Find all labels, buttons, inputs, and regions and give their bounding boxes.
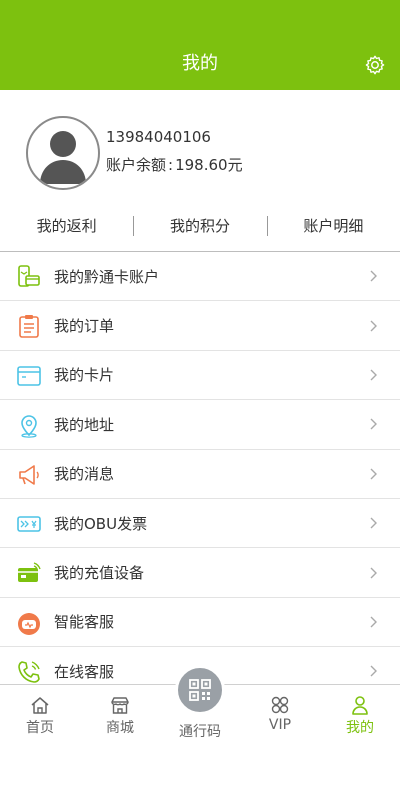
menu-item-cards[interactable]: 我的卡片 [0, 351, 400, 401]
balance-label: 账户余额 [106, 156, 167, 174]
menu-item-messages[interactable]: 我的消息 [0, 450, 400, 499]
tab-vip[interactable]: VIP [240, 685, 320, 744]
invoice-icon [17, 516, 41, 532]
app-header: 我的 [0, 0, 400, 90]
location-icon [21, 415, 37, 438]
home-icon [31, 697, 49, 714]
card-account-icon [18, 265, 40, 287]
menu-item-label: 我的充值设备 [54, 564, 145, 583]
quick-links: 我的返利 我的积分 账户明细 [0, 210, 400, 242]
chevron-right-icon [370, 270, 377, 282]
menu-item-label: 我的地址 [54, 415, 115, 434]
menu-item-recharge-device[interactable]: 我的充值设备 [0, 548, 400, 598]
chevron-right-icon [370, 418, 377, 430]
quick-link-rebate[interactable]: 我的返利 [0, 210, 133, 242]
user-avatar-icon [40, 131, 86, 184]
tab-home[interactable]: 首页 [0, 685, 80, 744]
menu-item-label: 我的黔通卡账户 [54, 267, 160, 286]
menu-item-label: 我的订单 [54, 317, 115, 336]
pass-code-button[interactable] [175, 665, 225, 715]
tab-label: 通行码 [179, 724, 221, 740]
menu-list: 我的黔通卡账户 我的订单 我的卡片 我的地址 我的消息 我的OBU发票 我的充值… [0, 251, 400, 697]
menu-item-obu-invoice[interactable]: 我的OBU发票 [0, 499, 400, 549]
recharge-device-icon [18, 562, 41, 583]
page-title: 我的 [182, 53, 218, 74]
quick-link-points[interactable]: 我的积分 [133, 210, 266, 242]
tab-mine[interactable]: 我的 [320, 685, 400, 744]
avatar[interactable] [26, 116, 100, 190]
quick-link-account-details[interactable]: 账户明细 [266, 210, 400, 242]
shop-icon [111, 697, 129, 714]
menu-item-label: 智能客服 [54, 613, 115, 632]
menu-item-label: 我的卡片 [54, 366, 115, 385]
tab-label: 首页 [26, 720, 54, 736]
phone-icon [18, 661, 40, 683]
menu-item-address[interactable]: 我的地址 [0, 400, 400, 450]
tab-label: 我的 [346, 720, 374, 736]
chevron-right-icon [370, 320, 377, 332]
tab-shop[interactable]: 商城 [80, 685, 160, 744]
qr-code-icon [189, 679, 211, 701]
tab-label: VIP [268, 717, 292, 733]
gear-icon[interactable] [364, 54, 386, 76]
chevron-right-icon [370, 369, 377, 381]
user-icon [352, 696, 368, 715]
order-icon [19, 315, 39, 339]
balance-separator: : [168, 156, 174, 174]
tab-label: 商城 [106, 720, 134, 736]
menu-item-card-account[interactable]: 我的黔通卡账户 [0, 252, 400, 302]
menu-item-orders[interactable]: 我的订单 [0, 301, 400, 351]
chevron-right-icon [370, 468, 377, 480]
tab-pass-code[interactable]: 通行码 [160, 665, 240, 744]
menu-item-label: 我的消息 [54, 465, 115, 484]
vip-icon [271, 696, 289, 714]
balance-value: 198.60元 [175, 156, 243, 174]
chevron-right-icon [370, 616, 377, 628]
menu-item-label: 我的OBU发票 [54, 514, 148, 533]
chevron-right-icon [370, 665, 377, 677]
chevron-right-icon [370, 517, 377, 529]
menu-item-label: 在线客服 [54, 662, 115, 681]
profile-section: 13984040106 账户余额:198.60元 我的返利 我的积分 账户明细 [0, 90, 400, 250]
account-balance: 账户余额:198.60元 [106, 154, 243, 175]
phone-number: 13984040106 [106, 128, 211, 146]
megaphone-icon [19, 464, 39, 485]
chevron-right-icon [370, 567, 377, 579]
robot-icon [18, 612, 40, 635]
card-icon [17, 365, 41, 386]
menu-item-smart-service[interactable]: 智能客服 [0, 598, 400, 648]
bottom-tab-bar: 首页 商城 通行码 VIP 我的 [0, 665, 400, 744]
